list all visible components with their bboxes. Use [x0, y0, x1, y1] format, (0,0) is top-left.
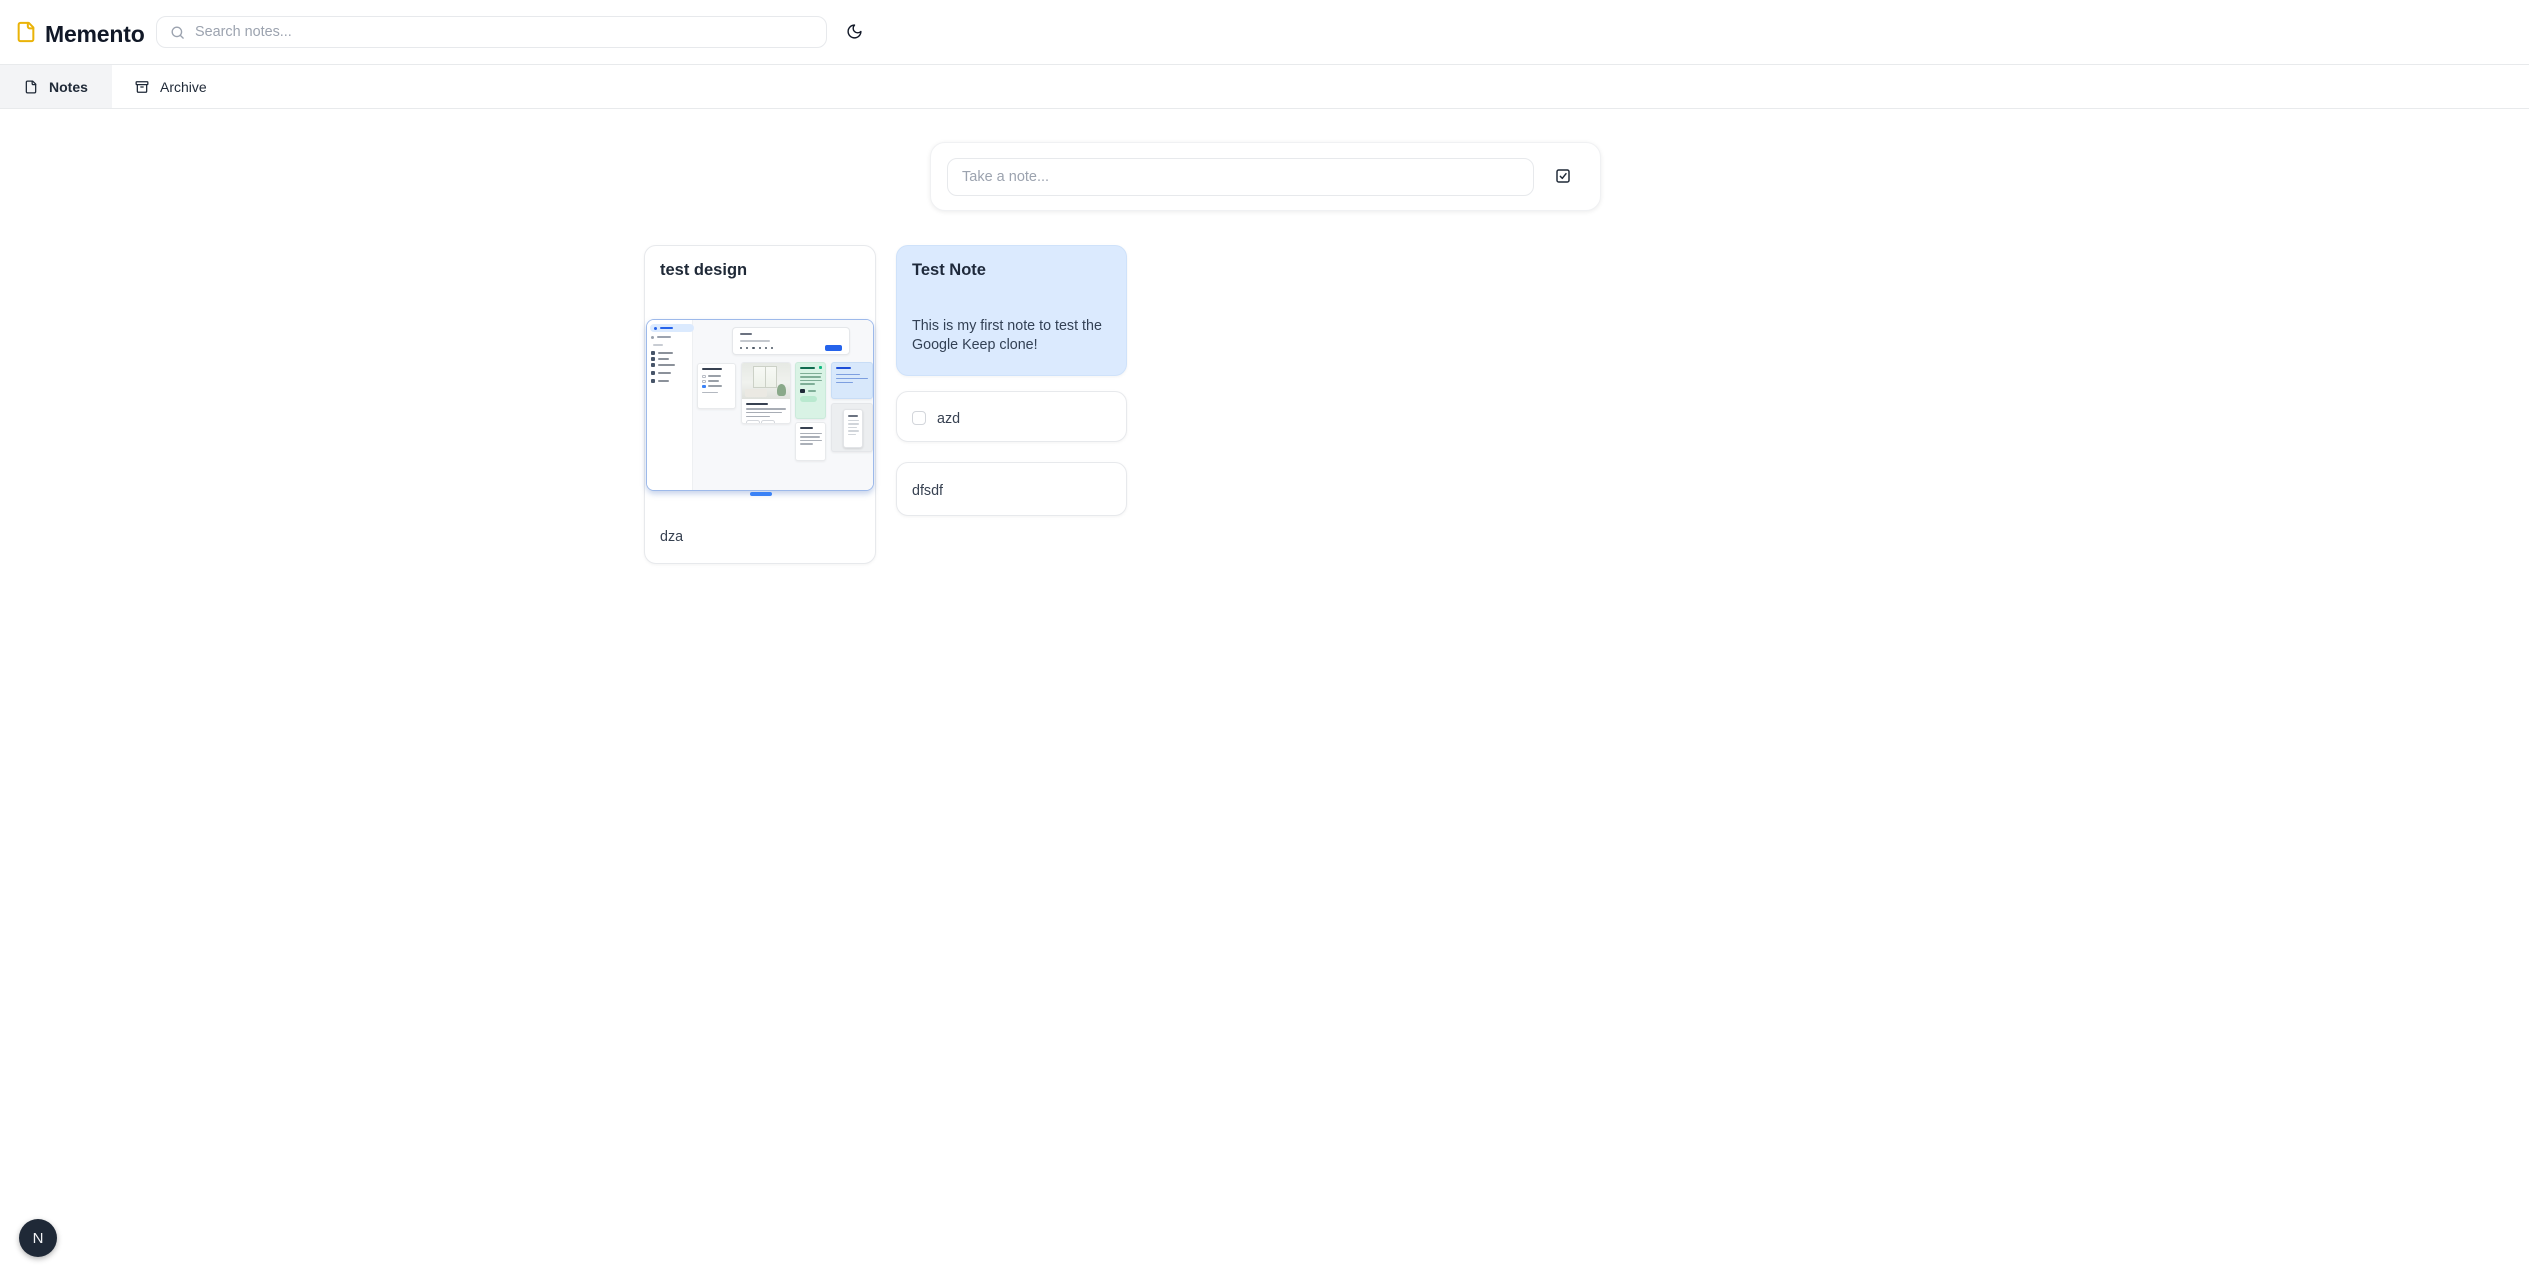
- tab-notes-label: Notes: [49, 79, 88, 95]
- checklist-item-label: azd: [937, 411, 960, 427]
- take-a-note-input[interactable]: [947, 158, 1534, 196]
- thumbnail-scrollbar: [750, 492, 772, 496]
- thumbnail-card-green: [795, 362, 826, 419]
- thumbnail-card-phone: [831, 403, 873, 452]
- note-body: dfsdf: [912, 482, 943, 501]
- app-title: Memento: [45, 22, 145, 46]
- checklist-checkbox[interactable]: [912, 411, 926, 425]
- note-body: This is my first note to test the Google…: [912, 317, 1118, 355]
- thumbnail-card-photo: [741, 362, 791, 424]
- search-box[interactable]: [156, 16, 827, 48]
- theme-toggle-button[interactable]: [843, 22, 865, 44]
- tab-bar: Notes Archive: [0, 65, 2529, 109]
- tab-archive[interactable]: Archive: [112, 65, 238, 108]
- archive-icon: [135, 80, 149, 94]
- note-card-test-note[interactable]: Test Note This is my first note to test …: [896, 245, 1127, 376]
- header: Memento: [0, 0, 2529, 65]
- note-body: dza: [660, 528, 683, 547]
- thumbnail-card-checklist: [697, 363, 736, 409]
- file-icon: [24, 80, 38, 94]
- tab-archive-label: Archive: [160, 79, 207, 95]
- note-card-test-design[interactable]: test design: [644, 245, 876, 564]
- thumbnail-card-blue: [831, 362, 873, 399]
- thumbnail-composer: [732, 327, 850, 355]
- note-title: Test Note: [912, 261, 986, 280]
- note-card-azd[interactable]: azd: [896, 391, 1127, 442]
- file-icon: [15, 21, 37, 43]
- moon-icon: [846, 23, 863, 40]
- search-input[interactable]: [157, 17, 826, 47]
- thumbnail-card-text: [795, 422, 826, 461]
- checklist-icon: [1555, 168, 1571, 184]
- memento-app: Memento Notes Archive test design: [0, 0, 2529, 1277]
- note-title: test design: [660, 261, 747, 280]
- note-card-dfsdf[interactable]: dfsdf: [896, 462, 1127, 516]
- profile-avatar[interactable]: N: [19, 1219, 57, 1257]
- new-checklist-button[interactable]: [1551, 165, 1575, 189]
- note-composer[interactable]: [930, 142, 1601, 211]
- avatar-initial: N: [33, 1230, 44, 1247]
- note-image-thumbnail: [646, 319, 874, 491]
- thumbnail-sidebar: [647, 320, 693, 490]
- tab-notes[interactable]: Notes: [0, 65, 112, 108]
